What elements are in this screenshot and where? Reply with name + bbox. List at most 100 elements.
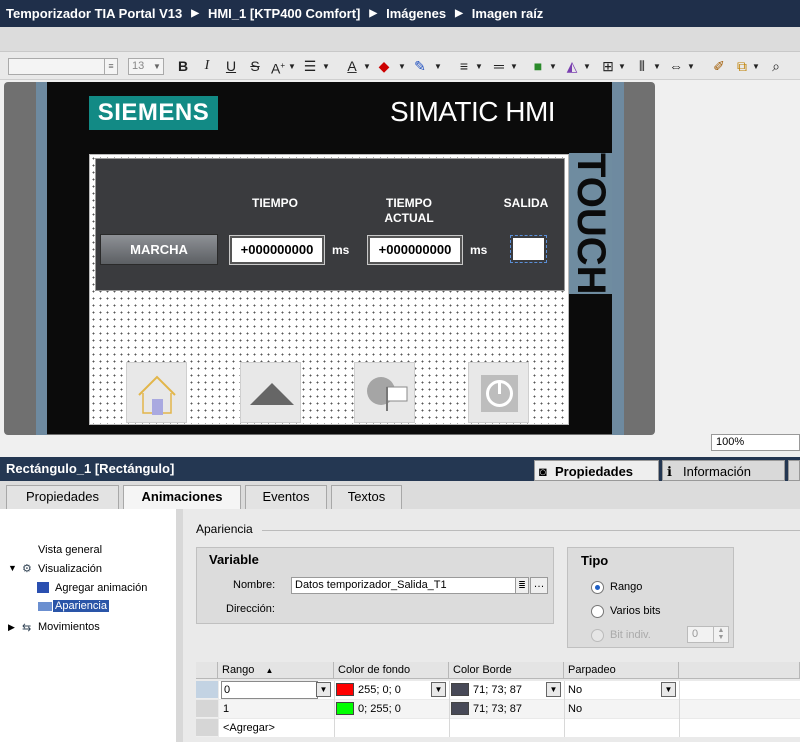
simatic-hmi-label: SIMATIC HMI [390, 96, 556, 127]
tree-splitter[interactable] [176, 509, 183, 742]
borde-cell[interactable]: 71; 73; 87 [473, 681, 522, 699]
breadcrumb-images[interactable]: Imágenes [386, 6, 446, 21]
align-objects-icon[interactable]: ⊞ [600, 56, 616, 76]
breadcrumb-project[interactable]: Temporizador TIA Portal V13 [6, 6, 182, 21]
table-corner [196, 662, 218, 679]
add-row[interactable] [219, 719, 800, 737]
row-header[interactable] [196, 681, 218, 699]
fondo-cell[interactable]: 0; 255; 0 [358, 700, 401, 718]
tree-item-agregar-animacion[interactable]: Agregar animación [55, 582, 147, 594]
nombre-field[interactable]: Datos temporizador_Salida_T1 [291, 577, 516, 594]
breadcrumb-root-image[interactable]: Imagen raíz [472, 6, 544, 21]
tab-eventos[interactable]: Eventos [245, 485, 327, 509]
italic-icon[interactable]: I [200, 56, 214, 76]
chevron-down-icon[interactable]: ▼ [288, 62, 296, 71]
marcha-button[interactable]: MARCHA [100, 234, 218, 265]
col-header-color-borde[interactable]: Color Borde [449, 662, 564, 679]
strikethrough-icon[interactable]: S [248, 56, 262, 76]
space-icon[interactable]: ⇔ [668, 56, 684, 76]
language-button[interactable] [354, 362, 415, 423]
fondo-color-swatch [336, 683, 354, 696]
nombre-label: Nombre: [233, 579, 276, 591]
up-button[interactable] [240, 362, 301, 423]
chevron-down-icon[interactable]: ▼ [661, 682, 676, 697]
align-icon[interactable]: ☰ [302, 56, 318, 76]
home-button[interactable] [126, 362, 187, 423]
varios-bits-radio[interactable] [591, 605, 604, 618]
add-row-label[interactable]: <Agregar> [223, 719, 275, 737]
line-width-icon[interactable]: ≡ [455, 56, 473, 76]
chevron-down-icon[interactable]: ▼ [583, 62, 591, 71]
arrange-icon[interactable]: ■ [530, 56, 546, 76]
tab-diagnostics-panel[interactable] [788, 460, 800, 481]
chevron-down-icon[interactable]: ▼ [398, 62, 406, 71]
rango-cell[interactable]: 0 [221, 681, 318, 699]
tiempo-io-field[interactable]: +000000000 [229, 235, 325, 265]
tab-informacion-panel[interactable]: ℹ Información [662, 460, 785, 481]
tree-item-apariencia[interactable]: Apariencia [53, 600, 109, 612]
row-header[interactable] [196, 719, 218, 737]
tab-animaciones[interactable]: Animaciones [123, 485, 241, 510]
col-header-parpadeo[interactable]: Parpadeo [564, 662, 679, 679]
spinner-icon[interactable]: ▲ ▼ [713, 627, 728, 642]
distribute-icon[interactable]: ⦀ [634, 56, 650, 76]
bold-icon[interactable]: B [176, 56, 190, 76]
parpadeo-cell[interactable]: No [568, 681, 582, 699]
line-color-icon[interactable]: ✎ [412, 56, 428, 76]
chevron-down-icon[interactable]: ▼ [363, 62, 371, 71]
chevron-down-icon[interactable]: ▼ [431, 682, 446, 697]
row-header[interactable] [196, 700, 218, 718]
flip-icon[interactable]: ◭ [564, 56, 580, 76]
chevron-down-icon[interactable]: ▼ [549, 62, 557, 71]
font-name-select[interactable] [8, 58, 118, 75]
chevron-down-icon[interactable]: ▼ [653, 62, 661, 71]
parpadeo-cell[interactable]: No [568, 700, 582, 718]
zoom-field[interactable]: 100% [711, 434, 800, 451]
chevron-down-icon[interactable]: ▼ [434, 62, 442, 71]
expand-icon[interactable]: ▶ [8, 622, 15, 633]
breadcrumb-device[interactable]: HMI_1 [KTP400 Comfort] [208, 6, 360, 21]
chevron-down-icon[interactable]: ▼ [316, 682, 331, 697]
tab-propiedades[interactable]: Propiedades [6, 485, 119, 509]
tree-item-visualizacion[interactable]: Visualización [38, 563, 102, 575]
font-grow-icon[interactable]: A+ [270, 56, 286, 77]
font-list-icon[interactable]: ≡ [104, 59, 117, 74]
tree-item-movimientos[interactable]: Movimientos [38, 621, 100, 633]
bit-indiv-radio[interactable] [591, 629, 604, 642]
underline-icon[interactable]: U [224, 56, 238, 76]
col-header-rango[interactable]: Rango ▲ [218, 662, 334, 679]
tiempo-actual-io-field[interactable]: +000000000 [367, 235, 463, 265]
chevron-down-icon[interactable]: ▼ [546, 682, 561, 697]
col-header-color-fondo[interactable]: Color de fondo [334, 662, 449, 679]
chevron-down-icon[interactable]: ▼ [151, 59, 163, 74]
rango-radio[interactable] [591, 581, 604, 594]
fill-color-icon[interactable]: ◆ [376, 56, 392, 76]
visualization-icon: ⚙ [22, 563, 32, 575]
borde-color-swatch [451, 702, 469, 715]
device-frame-left [36, 82, 47, 435]
chevron-down-icon[interactable]: ▼ [618, 62, 626, 71]
zoom-icon[interactable]: ⌕ [768, 56, 784, 76]
tab-propiedades-panel[interactable]: ◙ Propiedades [534, 460, 659, 481]
timer-panel[interactable] [95, 158, 565, 291]
tag-list-icon[interactable]: ≣ [515, 577, 529, 594]
borde-cell[interactable]: 71; 73; 87 [473, 700, 522, 718]
line-style-icon[interactable]: ═ [490, 56, 508, 76]
layers-icon[interactable]: ⧉ [734, 56, 750, 76]
power-button[interactable] [468, 362, 529, 423]
expand-icon[interactable]: ▼ [8, 563, 17, 573]
tree-item-vista-general[interactable]: Vista general [38, 544, 102, 556]
rango-cell[interactable]: 1 [223, 700, 229, 718]
chevron-down-icon[interactable]: ▼ [687, 62, 695, 71]
tab-textos[interactable]: Textos [331, 485, 402, 509]
radio-selected-dot [595, 585, 600, 590]
chevron-down-icon[interactable]: ▼ [475, 62, 483, 71]
chevron-down-icon[interactable]: ▼ [510, 62, 518, 71]
chevron-down-icon[interactable]: ▼ [752, 62, 760, 71]
chevron-down-icon[interactable]: ▼ [322, 62, 330, 71]
breadcrumb-separator-icon: ▶ [191, 8, 199, 19]
fondo-cell[interactable]: 255; 0; 0 [358, 681, 401, 699]
font-color-icon[interactable]: A [344, 56, 360, 76]
browse-button[interactable]: … [530, 577, 548, 594]
brush-icon[interactable]: ✐ [710, 56, 728, 76]
